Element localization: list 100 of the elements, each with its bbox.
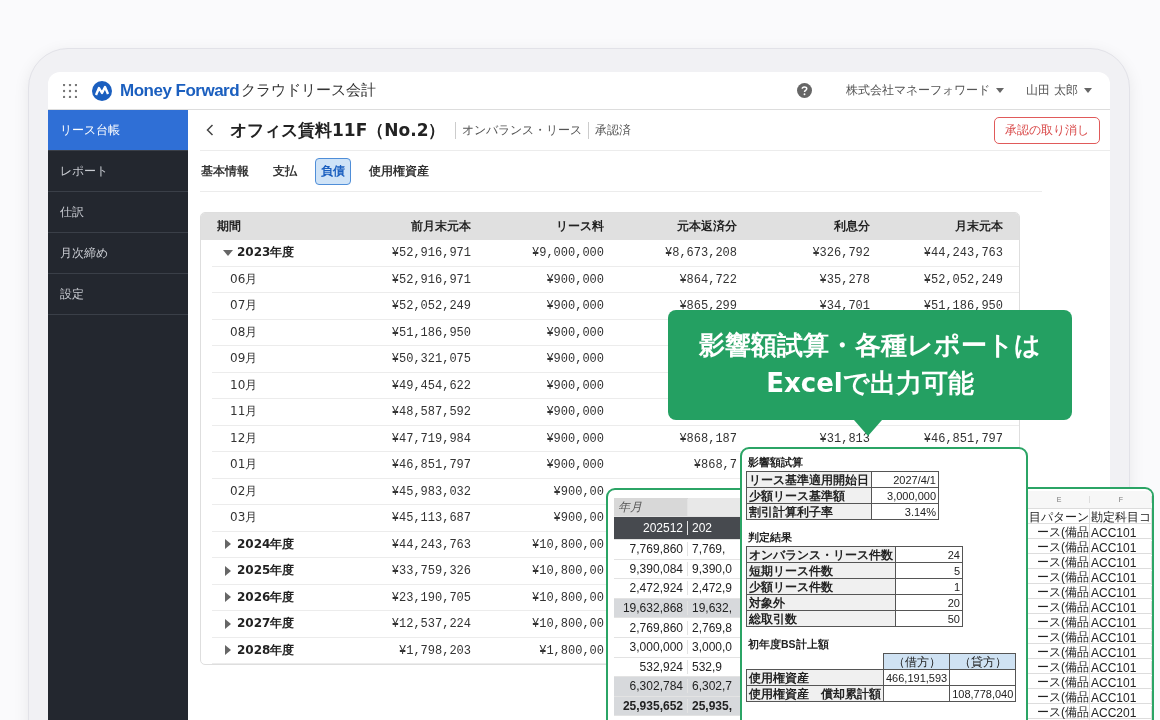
help-icon[interactable]: [797, 83, 813, 98]
callout-text: Excelで出力可能: [766, 367, 974, 400]
callout-text: 影響額試算・各種レポートは: [699, 329, 1041, 363]
expand-icon[interactable]: [225, 592, 231, 603]
period-label[interactable]: 2025年度: [237, 562, 295, 580]
cancel-approval-button[interactable]: 承認の取り消し: [994, 116, 1100, 144]
sheet-cell: 勘定科目コ: [1090, 509, 1152, 526]
company-dropdown[interactable]: 株式会社マネーフォワード: [846, 82, 1005, 99]
sheet-cell: 25,935,652: [614, 699, 688, 714]
column-header: 利息分: [833, 219, 870, 234]
period-label[interactable]: 2023年度: [237, 244, 295, 262]
period-label: 01月: [230, 456, 258, 474]
sheet-cell: 7,769,860: [614, 542, 688, 557]
sheet-cell: 532,924: [614, 659, 688, 674]
tab[interactable]: 負債: [315, 157, 351, 185]
sheet-cell: ACC201: [1090, 705, 1152, 720]
section-title: 判定結果: [748, 530, 793, 544]
expand-icon[interactable]: [225, 618, 231, 629]
sheet-cell: 2,472,924: [614, 581, 688, 596]
table-cell: ¥10,800,00: [532, 564, 604, 579]
table-cell: ¥34,701: [819, 299, 870, 314]
sheet-cell: 6,302,784: [614, 679, 688, 694]
sheet-cell-text: 3,000,0: [691, 640, 734, 655]
table-cell: ¥47,719,984: [391, 431, 471, 446]
column-header: 前月末元本: [410, 219, 471, 234]
sheet-cell: 19,632,868: [614, 601, 688, 616]
sheet-cell: 2027/4/1: [871, 471, 939, 488]
expand-icon[interactable]: [225, 565, 231, 576]
column-header: 元本返済分: [676, 219, 737, 234]
table-cell: ¥900,000: [546, 431, 604, 446]
tab[interactable]: 支払: [267, 157, 303, 185]
section-title: 初年度BS計上額: [748, 637, 830, 651]
sheet-cell-text: 6,302,7: [691, 679, 734, 694]
table-cell: ¥864,722: [679, 272, 737, 287]
period-label: 08月: [230, 323, 258, 341]
column-header: 期間: [216, 219, 242, 234]
approval-status: 承認済: [588, 121, 638, 139]
period-label[interactable]: 2026年度: [237, 588, 295, 606]
table-cell: ¥35,278: [819, 272, 870, 287]
expand-icon[interactable]: [225, 539, 231, 550]
sheet-cell: （貸方）: [949, 653, 1016, 670]
table-cell: ¥12,537,224: [391, 617, 471, 632]
table-cell: ¥10,800,00: [532, 617, 604, 632]
expand-icon[interactable]: [225, 645, 231, 656]
tab[interactable]: 基本情報: [200, 157, 255, 185]
period-label: 03月: [230, 509, 258, 527]
table-cell: ¥900,00: [553, 511, 604, 526]
sidebar-item[interactable]: レポート: [48, 151, 188, 192]
sheet-cell: ACC101: [1090, 555, 1152, 570]
sheet-cell: ACC101: [1090, 690, 1152, 705]
table-cell: ¥44,243,763: [391, 537, 471, 552]
brand-name: Money Forward: [120, 80, 240, 101]
back-icon[interactable]: [206, 124, 214, 136]
sheet-cell: ACC101: [1090, 540, 1152, 555]
period-label: 12月: [230, 429, 258, 447]
period-label[interactable]: 2027年度: [237, 615, 295, 633]
table-cell: ¥46,851,797: [391, 458, 471, 473]
sidebar-item[interactable]: 設定: [48, 274, 188, 315]
page-title: オフィス賃料11F（No.2）: [230, 118, 446, 142]
table-cell: ¥865,299: [679, 299, 737, 314]
column-header: 月末元本: [954, 219, 1003, 234]
user-dropdown[interactable]: 山田 太郎: [1026, 82, 1092, 99]
sheet-cell: ACC101: [1090, 630, 1152, 645]
sidebar-item[interactable]: リース台帳: [48, 110, 188, 151]
product-name: クラウドリース会計: [241, 81, 377, 100]
table-cell: ¥868,7: [693, 458, 737, 473]
period-label[interactable]: 2024年度: [237, 535, 295, 553]
sheet-cell: 24: [895, 546, 963, 563]
logo-icon: [92, 80, 112, 101]
table-cell: ¥900,000: [546, 299, 604, 314]
sidebar-item[interactable]: 仕訳: [48, 192, 188, 233]
sheet-cell-text: 9,390,0: [691, 561, 734, 576]
table-cell: ¥8,673,208: [665, 246, 737, 261]
table-cell: ¥48,587,592: [391, 405, 471, 420]
table-cell: ¥900,000: [546, 272, 604, 287]
sheet-cell: 3.14%: [871, 503, 939, 520]
sheet-cell: （借方）: [883, 653, 950, 670]
sheet-cell: ACC101: [1090, 660, 1152, 675]
sheet-cell: 2,769,860: [614, 620, 688, 635]
sheet-cell: オンバランス・リース件数: [746, 546, 896, 563]
sheet-cell: 202512: [614, 521, 688, 535]
sidebar-item[interactable]: 月次締め: [48, 233, 188, 274]
table-cell: ¥49,454,622: [391, 378, 471, 393]
sheet-cell-text: 2,769,8: [691, 620, 734, 635]
sheet-cell: ACC101: [1090, 525, 1152, 540]
table-cell: ¥900,000: [546, 458, 604, 473]
sheet-cell-text: 7,769,: [691, 542, 727, 557]
table-cell: ¥52,916,971: [391, 246, 471, 261]
table-cell: ¥31,813: [819, 431, 870, 446]
sheet-cell: 5: [895, 562, 963, 579]
sheet-cell: ACC101: [1090, 675, 1152, 690]
sheet-cell: ACC101: [1090, 645, 1152, 660]
sheet-cell: ACC101: [1090, 615, 1152, 630]
tab[interactable]: 使用権資産: [363, 157, 435, 185]
period-label[interactable]: 2028年度: [237, 641, 295, 659]
table-cell: ¥52,916,971: [391, 272, 471, 287]
app-grid-icon[interactable]: [63, 83, 77, 98]
table-cell: ¥900,000: [546, 325, 604, 340]
period-label: 06月: [230, 270, 258, 288]
expand-icon[interactable]: [223, 249, 233, 256]
